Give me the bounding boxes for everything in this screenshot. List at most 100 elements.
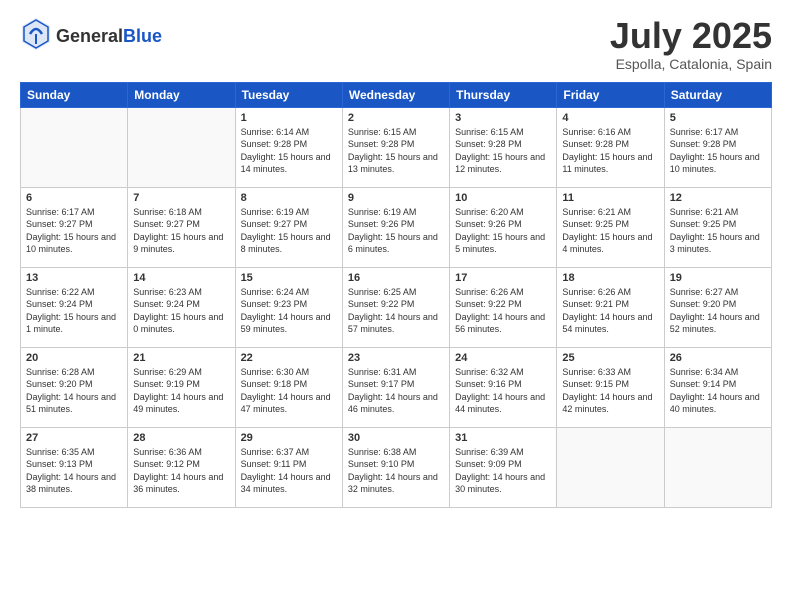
day-info: Sunrise: 6:31 AMSunset: 9:17 PMDaylight:… — [348, 366, 444, 416]
table-row: 30 Sunrise: 6:38 AMSunset: 9:10 PMDayligh… — [342, 427, 449, 507]
calendar-table: Sunday Monday Tuesday Wednesday Thursday… — [20, 82, 772, 508]
page: GeneralBlue July 2025 Espolla, Catalonia… — [0, 0, 792, 612]
table-row: 6 Sunrise: 6:17 AMSunset: 9:27 PMDaylight… — [21, 187, 128, 267]
table-row: 17 Sunrise: 6:26 AMSunset: 9:22 PMDayligh… — [450, 267, 557, 347]
day-info: Sunrise: 6:26 AMSunset: 9:22 PMDaylight:… — [455, 286, 551, 336]
day-number: 29 — [241, 432, 337, 444]
day-number: 14 — [133, 272, 229, 284]
day-info: Sunrise: 6:32 AMSunset: 9:16 PMDaylight:… — [455, 366, 551, 416]
day-number: 28 — [133, 432, 229, 444]
day-number: 16 — [348, 272, 444, 284]
day-number: 6 — [26, 192, 122, 204]
table-row: 21Sunrise: 6:29 AMSunset: 9:19 PMDayligh… — [128, 347, 235, 427]
day-number: 5 — [670, 112, 766, 124]
day-info: Sunrise: 6:33 AMSunset: 9:15 PMDaylight:… — [562, 366, 658, 416]
table-row — [664, 427, 771, 507]
table-row: 7Sunrise: 6:18 AMSunset: 9:27 PMDaylight… — [128, 187, 235, 267]
table-row: 19 Sunrise: 6:27 AMSunset: 9:20 PMDayligh… — [664, 267, 771, 347]
table-row: 12 Sunrise: 6:21 AMSunset: 9:25 PMDayligh… — [664, 187, 771, 267]
day-info: Sunrise: 6:18 AMSunset: 9:27 PMDaylight:… — [133, 206, 229, 256]
day-number: 25 — [562, 352, 658, 364]
day-info: Sunrise: 6:28 AMSunset: 9:20 PMDaylight:… — [26, 366, 122, 416]
day-info: Sunrise: 6:23 AMSunset: 9:24 PMDaylight:… — [133, 286, 229, 336]
day-number: 20 — [26, 352, 122, 364]
calendar-week-row: 13Sunrise: 6:22 AMSunset: 9:24 PMDayligh… — [21, 267, 772, 347]
day-number: 12 — [670, 192, 766, 204]
weekday-header-row: Sunday Monday Tuesday Wednesday Thursday… — [21, 82, 772, 107]
day-info: Sunrise: 6:17 AMSunset: 9:28 PMDaylight:… — [670, 126, 766, 176]
header-sunday: Sunday — [21, 82, 128, 107]
day-number: 27 — [26, 432, 122, 444]
table-row: 3Sunrise: 6:15 AMSunset: 9:28 PMDaylight… — [450, 107, 557, 187]
table-row: 16 Sunrise: 6:25 AMSunset: 9:22 PMDayligh… — [342, 267, 449, 347]
day-info: Sunrise: 6:27 AMSunset: 9:20 PMDaylight:… — [670, 286, 766, 336]
day-number: 11 — [562, 192, 658, 204]
day-number: 9 — [348, 192, 444, 204]
calendar-week-row: 27 Sunrise: 6:35 AMSunset: 9:13 PMDayligh… — [21, 427, 772, 507]
table-row — [557, 427, 664, 507]
table-row: 23Sunrise: 6:31 AMSunset: 9:17 PMDayligh… — [342, 347, 449, 427]
day-number: 2 — [348, 112, 444, 124]
day-info: Sunrise: 6:19 AMSunset: 9:26 PMDaylight:… — [348, 206, 444, 256]
day-number: 30 — [348, 432, 444, 444]
table-row: 25 Sunrise: 6:33 AMSunset: 9:15 PMDayligh… — [557, 347, 664, 427]
table-row: 22 Sunrise: 6:30 AMSunset: 9:18 PMDayligh… — [235, 347, 342, 427]
header-thursday: Thursday — [450, 82, 557, 107]
day-info: Sunrise: 6:21 AMSunset: 9:25 PMDaylight:… — [670, 206, 766, 256]
day-info: Sunrise: 6:25 AMSunset: 9:22 PMDaylight:… — [348, 286, 444, 336]
day-info: Sunrise: 6:21 AMSunset: 9:25 PMDaylight:… — [562, 206, 658, 256]
day-info: Sunrise: 6:30 AMSunset: 9:18 PMDaylight:… — [241, 366, 337, 416]
day-number: 18 — [562, 272, 658, 284]
logo: GeneralBlue — [20, 16, 162, 57]
day-number: 22 — [241, 352, 337, 364]
header-monday: Monday — [128, 82, 235, 107]
day-info: Sunrise: 6:22 AMSunset: 9:24 PMDaylight:… — [26, 286, 122, 336]
day-info: Sunrise: 6:16 AMSunset: 9:28 PMDaylight:… — [562, 126, 658, 176]
header-tuesday: Tuesday — [235, 82, 342, 107]
header-saturday: Saturday — [664, 82, 771, 107]
table-row: 14 Sunrise: 6:23 AMSunset: 9:24 PMDayligh… — [128, 267, 235, 347]
table-row: 26 Sunrise: 6:34 AMSunset: 9:14 PMDayligh… — [664, 347, 771, 427]
day-info: Sunrise: 6:24 AMSunset: 9:23 PMDaylight:… — [241, 286, 337, 336]
day-info: Sunrise: 6:36 AMSunset: 9:12 PMDaylight:… — [133, 446, 229, 496]
table-row: 15 Sunrise: 6:24 AMSunset: 9:23 PMDayligh… — [235, 267, 342, 347]
day-number: 15 — [241, 272, 337, 284]
day-info: Sunrise: 6:34 AMSunset: 9:14 PMDaylight:… — [670, 366, 766, 416]
day-info: Sunrise: 6:26 AMSunset: 9:21 PMDaylight:… — [562, 286, 658, 336]
table-row: 13Sunrise: 6:22 AMSunset: 9:24 PMDayligh… — [21, 267, 128, 347]
day-info: Sunrise: 6:14 AMSunset: 9:28 PMDaylight:… — [241, 126, 337, 176]
day-number: 31 — [455, 432, 551, 444]
day-number: 10 — [455, 192, 551, 204]
table-row: 18 Sunrise: 6:26 AMSunset: 9:21 PMDayligh… — [557, 267, 664, 347]
calendar-week-row: 6 Sunrise: 6:17 AMSunset: 9:27 PMDaylight… — [21, 187, 772, 267]
day-number: 21 — [133, 352, 229, 364]
table-row: 10 Sunrise: 6:20 AMSunset: 9:26 PMDayligh… — [450, 187, 557, 267]
day-info: Sunrise: 6:35 AMSunset: 9:13 PMDaylight:… — [26, 446, 122, 496]
calendar-week-row: 1Sunrise: 6:14 AMSunset: 9:28 PMDaylight… — [21, 107, 772, 187]
day-info: Sunrise: 6:37 AMSunset: 9:11 PMDaylight:… — [241, 446, 337, 496]
header-wednesday: Wednesday — [342, 82, 449, 107]
table-row: 9 Sunrise: 6:19 AMSunset: 9:26 PMDaylight… — [342, 187, 449, 267]
day-number: 24 — [455, 352, 551, 364]
table-row: 24 Sunrise: 6:32 AMSunset: 9:16 PMDayligh… — [450, 347, 557, 427]
header: GeneralBlue July 2025 Espolla, Catalonia… — [20, 16, 772, 72]
table-row: 4Sunrise: 6:16 AMSunset: 9:28 PMDaylight… — [557, 107, 664, 187]
day-info: Sunrise: 6:39 AMSunset: 9:09 PMDaylight:… — [455, 446, 551, 496]
day-info: Sunrise: 6:19 AMSunset: 9:27 PMDaylight:… — [241, 206, 337, 256]
day-number: 26 — [670, 352, 766, 364]
table-row: 20 Sunrise: 6:28 AMSunset: 9:20 PMDayligh… — [21, 347, 128, 427]
day-info: Sunrise: 6:20 AMSunset: 9:26 PMDaylight:… — [455, 206, 551, 256]
day-number: 17 — [455, 272, 551, 284]
header-friday: Friday — [557, 82, 664, 107]
logo-icon — [20, 16, 52, 52]
day-info: Sunrise: 6:17 AMSunset: 9:27 PMDaylight:… — [26, 206, 122, 256]
day-number: 19 — [670, 272, 766, 284]
day-info: Sunrise: 6:38 AMSunset: 9:10 PMDaylight:… — [348, 446, 444, 496]
table-row: 2 Sunrise: 6:15 AMSunset: 9:28 PMDaylight… — [342, 107, 449, 187]
table-row: 8Sunrise: 6:19 AMSunset: 9:27 PMDaylight… — [235, 187, 342, 267]
day-info: Sunrise: 6:15 AMSunset: 9:28 PMDaylight:… — [348, 126, 444, 176]
table-row: 31 Sunrise: 6:39 AMSunset: 9:09 PMDayligh… — [450, 427, 557, 507]
location-title: Espolla, Catalonia, Spain — [610, 56, 772, 72]
table-row — [21, 107, 128, 187]
title-block: July 2025 Espolla, Catalonia, Spain — [610, 16, 772, 72]
